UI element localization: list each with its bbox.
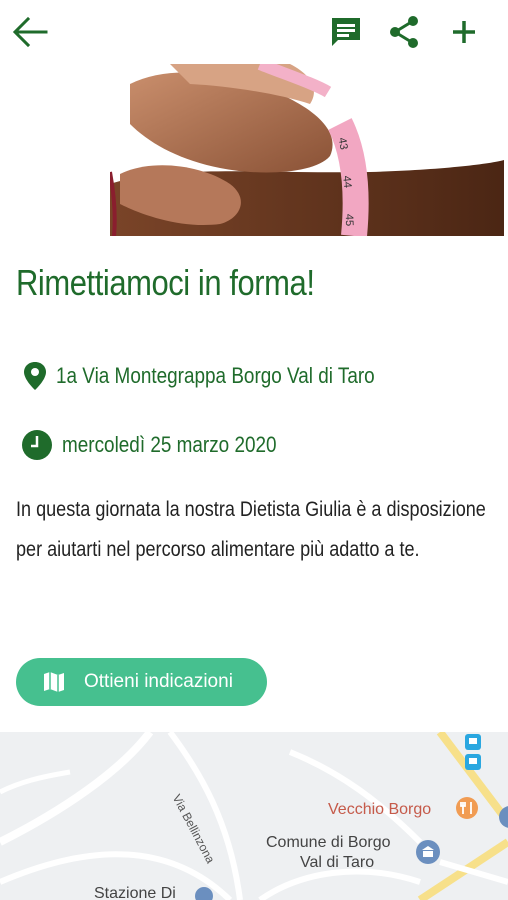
- map-view[interactable]: Via Bellinzona Vecchio Borgo Comune di B…: [0, 732, 508, 900]
- get-directions-label: Ottieni indicazioni: [84, 671, 233, 692]
- map-poi-edge-icon: [499, 806, 508, 828]
- svg-text:45: 45: [343, 214, 355, 227]
- share-icon[interactable]: [384, 13, 424, 51]
- event-date-text: mercoledì 25 marzo 2020: [62, 432, 277, 457]
- event-title: Rimettiamoci in forma!: [16, 262, 315, 303]
- map-poi-station[interactable]: Stazione Di: [94, 885, 176, 900]
- get-directions-button[interactable]: Ottieni indicazioni: [16, 658, 267, 706]
- map-icon: [44, 672, 64, 692]
- restaurant-icon: [456, 797, 478, 819]
- svg-text:43: 43: [336, 137, 350, 151]
- location-pin-icon: [24, 362, 46, 390]
- chat-icon[interactable]: [326, 13, 366, 51]
- map-poi-restaurant[interactable]: Vecchio Borgo: [328, 801, 431, 819]
- bus-stop-icon: [465, 734, 481, 770]
- event-location-text: 1a Via Montegrappa Borgo Val di Taro: [56, 363, 375, 388]
- clock-icon: [22, 430, 52, 460]
- event-image: 43 44 45: [110, 64, 504, 236]
- train-station-icon: [195, 887, 213, 900]
- event-location[interactable]: 1a Via Montegrappa Borgo Val di Taro: [20, 360, 427, 392]
- map-poi-town-hall-line1[interactable]: Comune di Borgo: [266, 834, 391, 852]
- arrow-back-icon[interactable]: [10, 14, 50, 50]
- plus-icon[interactable]: [444, 13, 484, 51]
- svg-text:44: 44: [340, 175, 353, 188]
- event-date: mercoledì 25 marzo 2020: [20, 428, 311, 462]
- town-hall-icon: [416, 840, 440, 864]
- top-app-bar: [0, 0, 508, 64]
- event-description: In questa giornata la nostra Dietista Gi…: [16, 498, 486, 561]
- map-poi-town-hall-line2: Val di Taro: [300, 854, 375, 871]
